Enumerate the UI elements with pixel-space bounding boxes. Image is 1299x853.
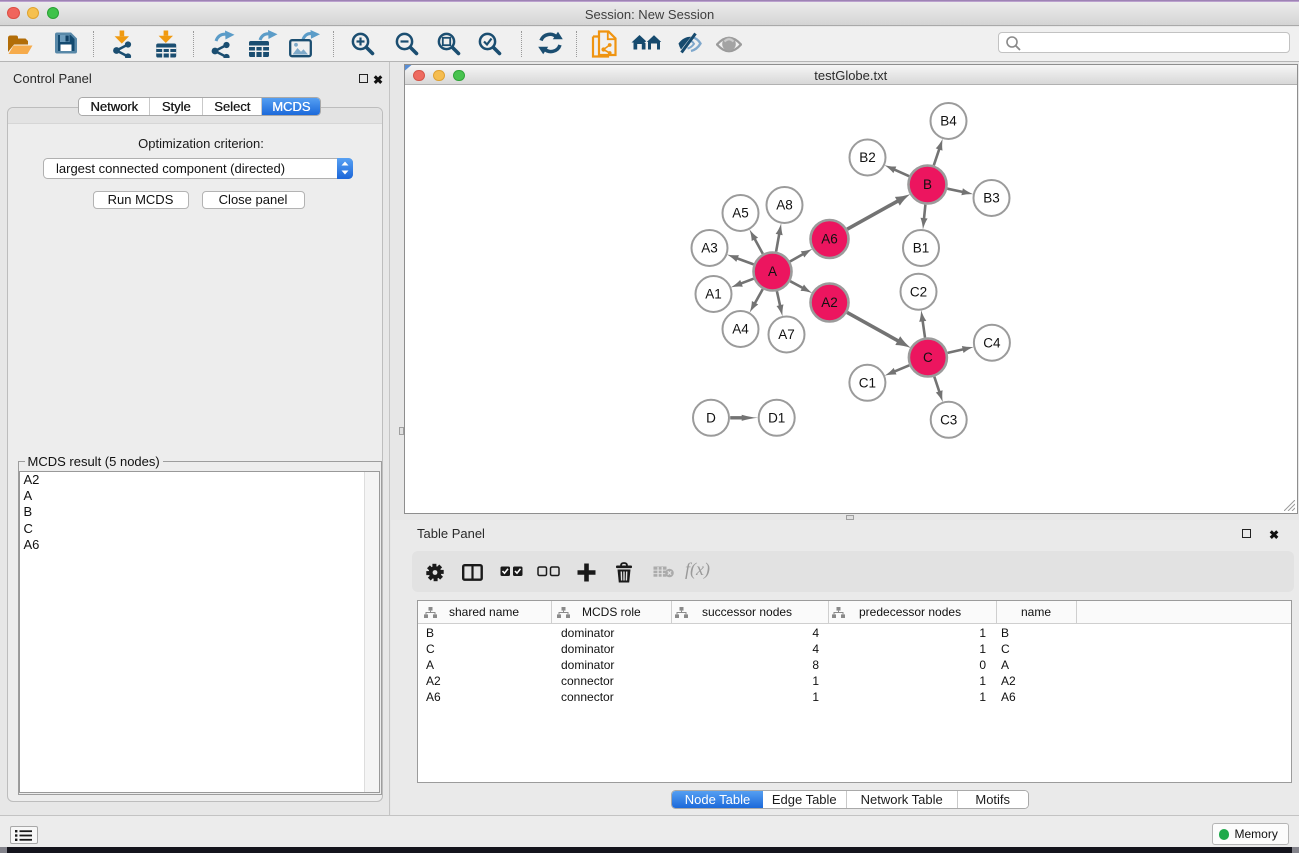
svg-text:D1: D1 <box>768 411 785 426</box>
svg-text:A: A <box>767 264 776 279</box>
svg-text:A3: A3 <box>701 241 718 256</box>
svg-text:A5: A5 <box>732 206 749 221</box>
svg-text:A1: A1 <box>705 287 722 302</box>
svg-text:D: D <box>706 411 716 426</box>
svg-text:B2: B2 <box>859 150 876 165</box>
svg-text:B1: B1 <box>912 241 929 256</box>
svg-text:C3: C3 <box>940 413 957 428</box>
svg-text:B3: B3 <box>983 191 1000 206</box>
svg-text:C2: C2 <box>909 284 926 299</box>
svg-text:B: B <box>922 177 931 192</box>
svg-text:C1: C1 <box>858 376 875 391</box>
svg-text:B4: B4 <box>940 114 957 129</box>
svg-text:A7: A7 <box>778 327 795 342</box>
svg-text:A6: A6 <box>821 232 838 247</box>
svg-text:C4: C4 <box>983 335 1001 350</box>
svg-text:A2: A2 <box>821 295 838 310</box>
svg-text:A8: A8 <box>776 198 793 213</box>
svg-text:C: C <box>923 350 933 365</box>
svg-text:A4: A4 <box>732 322 749 337</box>
